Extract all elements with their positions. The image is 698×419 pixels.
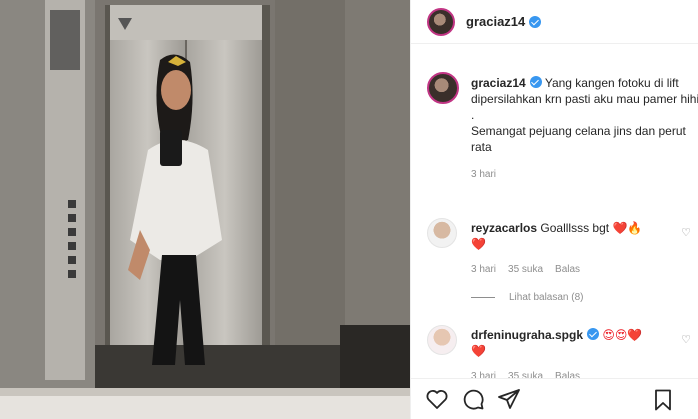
comment-text: Goalllsss bgt (540, 221, 610, 235)
caption-avatar[interactable] (427, 72, 459, 104)
post-photo[interactable] (0, 0, 410, 419)
post-header: graciaz14 (411, 0, 698, 44)
commenter-avatar[interactable] (427, 218, 457, 248)
comment-likes[interactable]: 35 suka (508, 264, 543, 275)
comment-emoji-line2: ❤️ (471, 237, 486, 251)
heart-icon[interactable] (425, 387, 449, 411)
comment-meta: 3 hari 35 suka Balas (471, 264, 580, 275)
view-replies-label[interactable]: Lihat balasan (8) (509, 292, 584, 303)
verified-badge-icon (529, 15, 542, 28)
like-comment-icon[interactable]: ♡ (681, 333, 691, 346)
verified-badge-icon (587, 328, 600, 340)
comment-username[interactable]: reyzacarlos (471, 221, 537, 235)
comment-emojis: ❤️🔥 (612, 221, 643, 235)
post-action-bar (411, 378, 698, 419)
comment-username[interactable]: drfeninugraha.spgk (471, 328, 583, 342)
elevator-mirror-selfie-image (0, 0, 410, 419)
comment-emoji-line2: ❤️ (471, 344, 486, 358)
caption-username[interactable]: graciaz14 (471, 76, 526, 90)
comment-reply-button[interactable]: Balas (555, 264, 580, 275)
commenter-avatar[interactable] (427, 325, 457, 355)
caption-time[interactable]: 3 hari (471, 167, 698, 183)
comment-time[interactable]: 3 hari (471, 264, 496, 275)
bookmark-icon[interactable] (651, 388, 675, 412)
view-replies-link[interactable]: Lihat balasan (8) (471, 292, 584, 303)
like-comment-icon[interactable]: ♡ (681, 226, 691, 239)
caption-text-2: Semangat pejuang celana jins dan perut r… (471, 124, 686, 154)
replies-divider (471, 297, 495, 298)
share-icon[interactable] (497, 387, 521, 411)
author-avatar[interactable] (427, 7, 455, 36)
comment-icon[interactable] (461, 387, 485, 411)
author-username[interactable]: graciaz14 (466, 14, 525, 29)
verified-badge-icon (529, 76, 542, 88)
post-detail-panel: graciaz14 graciaz14 Yang kangen fotoku d… (410, 0, 698, 419)
caption-dot: . (471, 108, 475, 122)
comment-emojis: 😍😍❤️ (602, 328, 643, 342)
